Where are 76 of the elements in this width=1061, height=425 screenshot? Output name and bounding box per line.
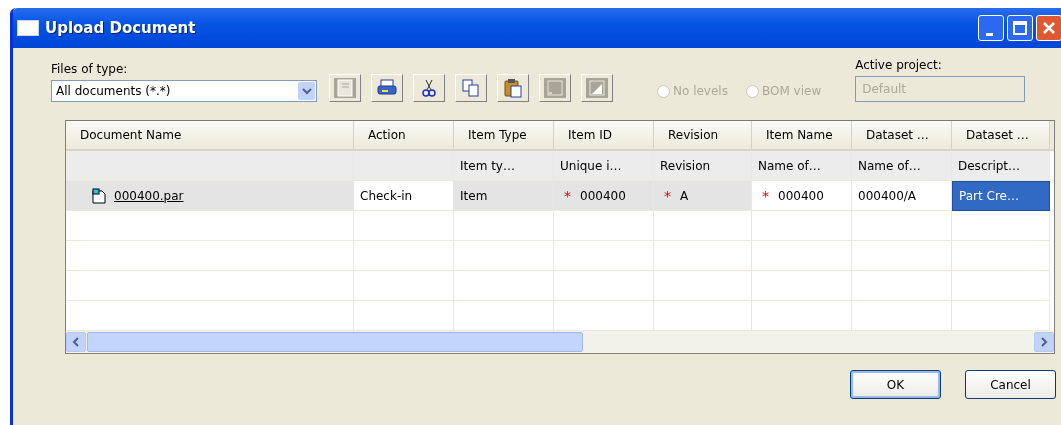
files-of-type-label: Files of type:: [51, 62, 129, 76]
scroll-thumb[interactable]: [87, 332, 583, 352]
file-icon: [92, 187, 106, 204]
table-cell[interactable]: [354, 271, 454, 301]
table-cell[interactable]: [454, 211, 554, 241]
window-title: Upload Document: [45, 19, 197, 37]
column-header[interactable]: Dataset …: [952, 121, 1050, 149]
column-description: Descript…: [952, 151, 1050, 181]
column-description: Item ty…: [454, 151, 554, 181]
table-cell[interactable]: [554, 211, 654, 241]
column-description: Name of…: [852, 151, 952, 181]
active-project-label: Active project:: [855, 58, 943, 72]
table-cell[interactable]: [454, 241, 554, 271]
close-icon: [1042, 21, 1056, 35]
column-header[interactable]: Dataset …: [852, 121, 952, 149]
table-cell[interactable]: [354, 211, 454, 241]
paste-tool-button[interactable]: [497, 74, 529, 102]
table-cell[interactable]: [752, 211, 852, 241]
dialog-button[interactable]: Cancel: [965, 370, 1056, 399]
table-cell[interactable]: [654, 211, 752, 241]
dialog-button[interactable]: OK: [850, 370, 941, 399]
column-header[interactable]: Item ID: [554, 121, 654, 149]
table-cell[interactable]: * 000400: [554, 181, 654, 211]
column-header[interactable]: Item Name: [752, 121, 852, 149]
required-marker: *: [664, 187, 671, 204]
table-cell[interactable]: [752, 241, 852, 271]
table-cell[interactable]: [752, 271, 852, 301]
table-cell[interactable]: [952, 241, 1050, 271]
table-cell[interactable]: [654, 271, 752, 301]
table-cell[interactable]: [454, 271, 554, 301]
copy-icon: [460, 78, 482, 98]
table-cell[interactable]: [354, 241, 454, 271]
column-description: Name of…: [752, 151, 852, 181]
table-cell[interactable]: [852, 211, 952, 241]
copy-tool-button[interactable]: [455, 74, 487, 102]
table-cell[interactable]: [66, 211, 354, 241]
table-cell[interactable]: [554, 271, 654, 301]
file-type-dropdown[interactable]: All documents (*.*): [51, 80, 317, 102]
column-description: Revision: [654, 151, 752, 181]
column-header[interactable]: Revision: [654, 121, 752, 149]
blank-icon: [544, 78, 566, 98]
table-cell[interactable]: * 000400: [752, 181, 852, 211]
table-cell[interactable]: [852, 271, 952, 301]
scroll-left-icon[interactable]: [66, 332, 86, 352]
table-cell[interactable]: [654, 241, 752, 271]
column-header[interactable]: Document Name: [66, 121, 354, 149]
table-cell[interactable]: 000400.par: [66, 181, 354, 211]
document-icon: [334, 78, 356, 98]
maximize-icon: [1013, 21, 1027, 35]
close-button[interactable]: [1036, 15, 1061, 41]
maximize-button[interactable]: [1007, 15, 1033, 41]
horizontal-scrollbar[interactable]: [66, 331, 1054, 353]
chart-icon: [586, 78, 608, 98]
cut-tool-button[interactable]: [413, 74, 445, 102]
column-header[interactable]: Action: [354, 121, 454, 149]
minimize-button[interactable]: [978, 15, 1004, 41]
paste-icon: [502, 78, 524, 98]
print-icon: [376, 78, 398, 98]
table-cell[interactable]: [66, 271, 354, 301]
table-cell[interactable]: [952, 211, 1050, 241]
minimize-icon: [986, 32, 993, 36]
table-cell[interactable]: Part Cre…: [952, 181, 1050, 211]
window-icon: [17, 20, 39, 36]
table-cell[interactable]: [952, 271, 1050, 301]
column-header[interactable]: Item Type: [454, 121, 554, 149]
table-cell[interactable]: Item: [454, 181, 554, 211]
table-cell[interactable]: [66, 241, 354, 271]
file-link[interactable]: 000400.par: [72, 187, 184, 204]
table-cell[interactable]: [852, 241, 952, 271]
required-marker: *: [762, 187, 769, 204]
column-description: Unique i…: [554, 151, 654, 181]
print-tool-button[interactable]: [371, 74, 403, 102]
table-cell[interactable]: [554, 241, 654, 271]
scroll-right-icon[interactable]: [1034, 332, 1054, 352]
required-marker: *: [564, 187, 571, 204]
table-cell[interactable]: * A: [654, 181, 752, 211]
